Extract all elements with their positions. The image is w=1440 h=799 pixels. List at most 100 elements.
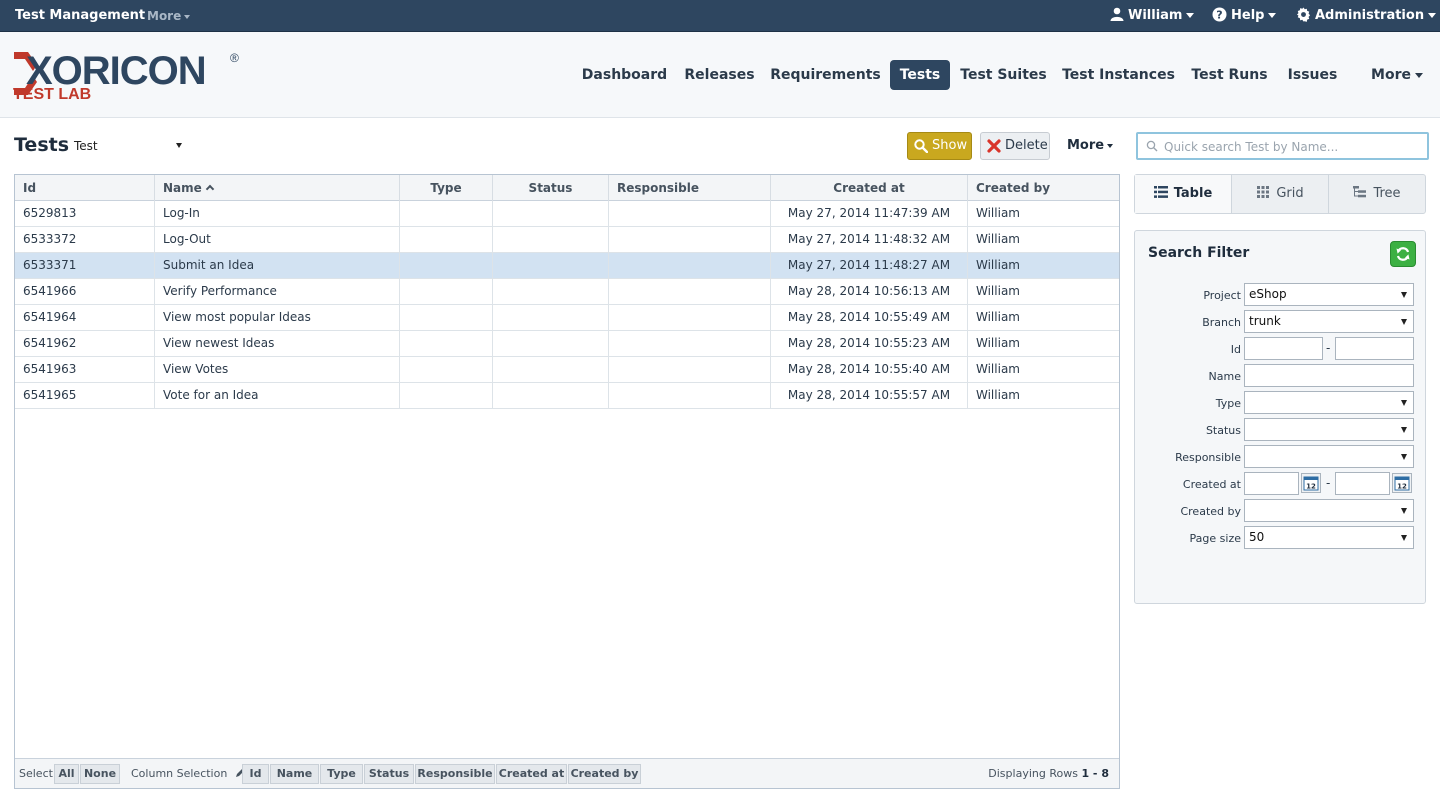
toggle-column-responsible[interactable]: Responsible xyxy=(415,764,495,784)
id-from-input[interactable] xyxy=(1244,337,1323,360)
nav-issues[interactable]: Issues xyxy=(1284,60,1341,90)
responsible-select[interactable] xyxy=(1244,445,1414,468)
cell-responsible xyxy=(609,279,771,304)
table-row[interactable]: 6541963 View Votes May 28, 2014 10:55:40 A… xyxy=(15,357,1119,383)
project-label: Project xyxy=(1203,289,1241,302)
chevron-down-icon xyxy=(184,14,191,19)
table-row[interactable]: 6541964 View most popular Ideas May 28, 20… xyxy=(15,305,1119,331)
select-all-button[interactable]: All xyxy=(54,764,79,784)
cell-name: Log-Out xyxy=(155,227,400,252)
column-header-type[interactable]: Type xyxy=(400,175,493,201)
created-by-select[interactable] xyxy=(1244,499,1414,522)
administration-menu[interactable]: Administration xyxy=(1296,0,1437,32)
table-row[interactable]: 6541966 Verify Performance May 28, 2014 10… xyxy=(15,279,1119,305)
cell-id: 6541964 xyxy=(15,305,155,330)
nav-test-runs[interactable]: Test Runs xyxy=(1188,60,1271,90)
cell-type xyxy=(400,253,493,278)
search-filter-title: Search Filter xyxy=(1148,245,1250,261)
created-at-from-input[interactable] xyxy=(1244,472,1299,495)
toggle-column-created-at[interactable]: Created at xyxy=(496,764,567,784)
more-actions-button[interactable]: More xyxy=(1067,138,1114,153)
column-header-name[interactable]: Name xyxy=(155,175,400,201)
delete-icon xyxy=(987,139,1001,153)
nav-test-suites[interactable]: Test Suites xyxy=(958,60,1049,90)
toggle-column-name[interactable]: Name xyxy=(270,764,319,784)
cell-name: View newest Ideas xyxy=(155,331,400,356)
cell-type xyxy=(400,383,493,408)
tab-tree-view[interactable]: Tree xyxy=(1329,175,1425,213)
table-footer: Select All None Column Selection : Id Na… xyxy=(15,758,1119,788)
nav-releases[interactable]: Releases xyxy=(682,60,757,90)
chevron-down-icon xyxy=(1401,400,1407,406)
column-header-id[interactable]: Id xyxy=(15,175,155,201)
tab-grid-view[interactable]: Grid xyxy=(1232,175,1329,213)
column-header-status[interactable]: Status xyxy=(493,175,609,201)
select-none-button[interactable]: None xyxy=(80,764,120,784)
nav-test-instances[interactable]: Test Instances xyxy=(1061,60,1176,90)
cell-created-at: May 28, 2014 10:56:13 AM xyxy=(771,279,968,304)
tab-table-view[interactable]: Table xyxy=(1135,175,1232,213)
status-select[interactable] xyxy=(1244,418,1414,441)
cell-responsible xyxy=(609,305,771,330)
id-to-input[interactable] xyxy=(1335,337,1414,360)
type-select[interactable] xyxy=(1244,391,1414,414)
show-button[interactable]: Show xyxy=(907,132,972,160)
id-label: Id xyxy=(1230,343,1241,356)
table-row[interactable]: 6541962 View newest Ideas May 28, 2014 10:… xyxy=(15,331,1119,357)
project-select[interactable]: eShop xyxy=(1244,283,1414,306)
cell-created-by: William xyxy=(976,388,1020,402)
cell-created-at: May 28, 2014 10:55:23 AM xyxy=(771,331,968,356)
cell-created-by: William xyxy=(976,362,1020,376)
help-menu[interactable]: ? Help xyxy=(1212,0,1277,32)
test-type-select[interactable]: Test xyxy=(70,136,188,156)
view-switcher: Table Grid Tree xyxy=(1134,174,1426,214)
user-icon xyxy=(1110,7,1124,21)
cell-responsible xyxy=(609,227,771,252)
table-row[interactable]: 6529813 Log-In May 27, 2014 11:47:39 AM Wil… xyxy=(15,201,1119,227)
nav-tests[interactable]: Tests xyxy=(890,60,950,90)
calendar-icon[interactable]: 12 xyxy=(1392,473,1412,493)
user-menu[interactable]: William xyxy=(1110,0,1195,32)
responsible-label: Responsible xyxy=(1175,451,1241,464)
table-row[interactable]: 6541965 Vote for an Idea May 28, 2014 10:5… xyxy=(15,383,1119,409)
nav-dashboard[interactable]: Dashboard xyxy=(580,60,669,90)
table-row[interactable]: 6533372 Log-Out May 27, 2014 11:48:32 AM Wi… xyxy=(15,227,1119,253)
top-bar: Test Management More William ? Help Admin… xyxy=(0,0,1440,32)
created-at-to-input[interactable] xyxy=(1335,472,1390,495)
delete-button[interactable]: Delete xyxy=(980,132,1050,160)
search-icon xyxy=(1146,140,1158,152)
cell-type xyxy=(400,305,493,330)
name-input[interactable] xyxy=(1244,364,1414,387)
quick-search-input[interactable] xyxy=(1164,138,1419,156)
gear-icon xyxy=(1296,7,1311,22)
toggle-column-type[interactable]: Type xyxy=(320,764,363,784)
cell-created-by: William xyxy=(976,232,1020,246)
cell-created-at: May 27, 2014 11:48:32 AM xyxy=(771,227,968,252)
cell-created-by: William xyxy=(976,206,1020,220)
column-header-created-at[interactable]: Created at xyxy=(771,175,968,201)
toggle-column-created-by[interactable]: Created by xyxy=(568,764,641,784)
calendar-icon[interactable]: 12 xyxy=(1301,473,1321,493)
cell-responsible xyxy=(609,331,771,356)
page-size-select[interactable]: 50 xyxy=(1244,526,1414,549)
column-header-created-by[interactable]: Created by xyxy=(968,175,1119,201)
chevron-down-icon xyxy=(1401,292,1407,298)
nav-requirements[interactable]: Requirements xyxy=(768,60,883,90)
table-row[interactable]: 6533371 Submit an Idea May 27, 2014 11:48:… xyxy=(15,253,1119,279)
chevron-down-icon xyxy=(1401,535,1407,541)
toggle-column-status[interactable]: Status xyxy=(364,764,414,784)
cell-status xyxy=(493,383,609,408)
toggle-column-id[interactable]: Id xyxy=(242,764,269,784)
created-at-label: Created at xyxy=(1182,478,1241,491)
cell-type xyxy=(400,227,493,252)
app-title-link[interactable]: Test Management xyxy=(15,0,145,32)
xoricon-logo[interactable]: XORICON ® TEST LAB xyxy=(12,46,242,106)
column-header-responsible[interactable]: Responsible xyxy=(609,175,771,201)
cell-type xyxy=(400,279,493,304)
refresh-filter-button[interactable] xyxy=(1390,241,1416,267)
branch-select[interactable]: trunk xyxy=(1244,310,1414,333)
select-label: Select xyxy=(19,767,53,780)
top-more-menu[interactable]: More xyxy=(147,0,191,32)
cell-name: Verify Performance xyxy=(155,279,400,304)
nav-more[interactable]: More xyxy=(1364,60,1430,90)
